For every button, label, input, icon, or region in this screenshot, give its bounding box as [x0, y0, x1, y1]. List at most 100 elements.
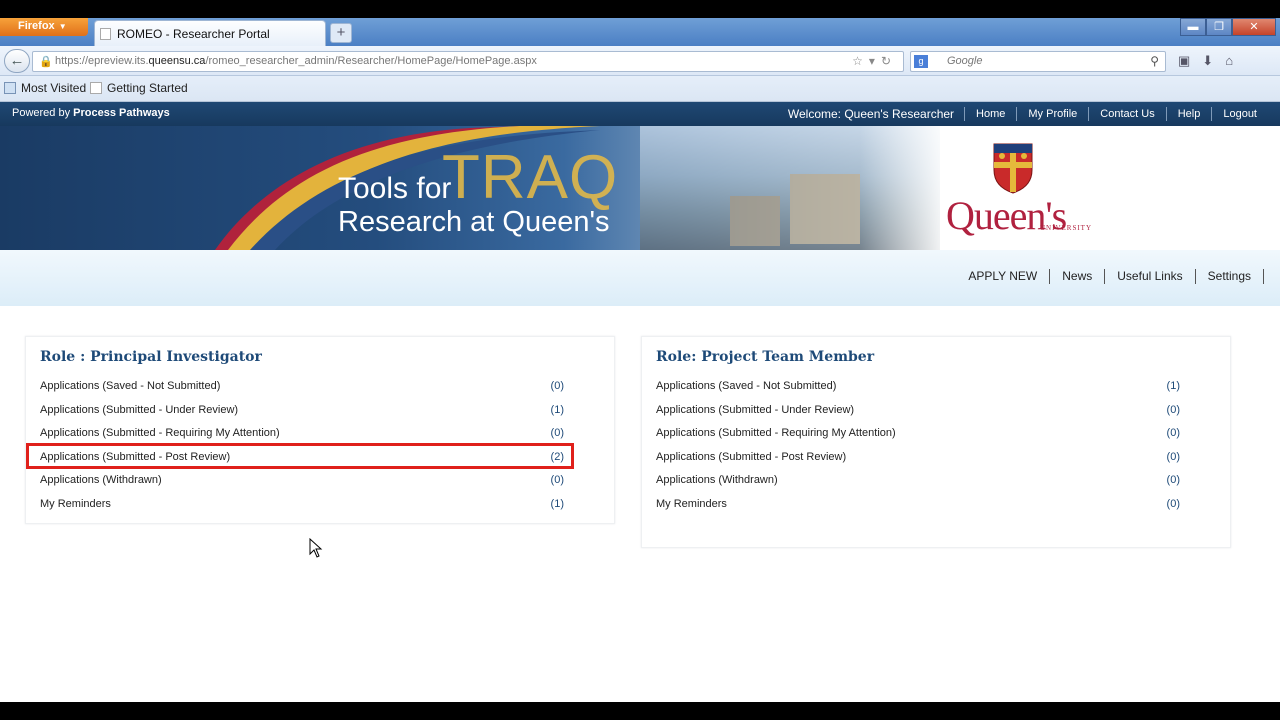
welcome-text: Welcome: Queen's Researcher	[787, 107, 955, 121]
list-item[interactable]: Applications (Withdrawn) (0)	[40, 471, 564, 491]
caret-down-icon: ▼	[58, 22, 67, 31]
new-tab-button[interactable]: +	[330, 23, 352, 43]
powered-brand: Process Pathways	[73, 107, 170, 119]
web-page: Powered by Process Pathways Welcome: Que…	[0, 102, 1280, 702]
plus-icon: +	[336, 24, 346, 41]
row-label[interactable]: Applications (Submitted - Post Review)	[40, 451, 230, 463]
link-useful-links[interactable]: Useful Links	[1105, 269, 1196, 284]
search-icon[interactable]: ⚲	[1150, 54, 1159, 68]
row-count: (2)	[550, 451, 564, 463]
bookmarks-menu-icon[interactable]: ▣	[1178, 53, 1202, 68]
row-label[interactable]: Applications (Submitted - Post Review)	[656, 451, 846, 463]
star-icon[interactable]: ☆	[852, 54, 869, 68]
lock-icon: 🔒	[39, 56, 53, 68]
list-item[interactable]: Applications (Submitted - Post Review) (0…	[656, 448, 1180, 468]
close-button[interactable]: ✕	[1232, 18, 1276, 36]
bookmark-label: Getting Started	[107, 81, 188, 95]
link-apply-new[interactable]: APPLY NEW	[956, 269, 1051, 284]
row-label[interactable]: Applications (Saved - Not Submitted)	[656, 380, 836, 392]
list-item[interactable]: My Reminders (0)	[656, 495, 1180, 515]
row-count: (0)	[550, 380, 564, 392]
page-icon	[90, 82, 102, 94]
firefox-menu-button[interactable]: Firefox ▼	[0, 18, 88, 36]
link-my-profile[interactable]: My Profile	[1016, 107, 1088, 121]
navigation-toolbar: ← 🔒 https://epreview.its.queensu.ca/rome…	[0, 46, 1280, 76]
toolbar-right-icons: ▣⬇⌂	[1178, 53, 1245, 69]
link-contact-us[interactable]: Contact Us	[1088, 107, 1165, 121]
panel-project-team-member: Role: Project Team Member Applications (…	[641, 336, 1231, 548]
link-logout[interactable]: Logout	[1211, 107, 1268, 121]
list-item[interactable]: My Reminders (1)	[40, 495, 564, 515]
row-label[interactable]: My Reminders	[40, 498, 111, 510]
panel-principal-investigator: Role : Principal Investigator Applicatio…	[25, 336, 615, 524]
list-item[interactable]: Applications (Submitted - Post Review) (2…	[40, 448, 564, 468]
url-actions: ☆▾↻	[852, 54, 897, 68]
row-count: (0)	[1166, 404, 1180, 416]
search-placeholder: Google	[947, 55, 983, 67]
row-count: (0)	[1166, 451, 1180, 463]
panel-title: Role : Principal Investigator	[40, 349, 262, 365]
row-count: (1)	[550, 498, 564, 510]
bookmark-label: Most Visited	[21, 81, 87, 95]
bookmarks-toolbar: Most Visited Getting Started	[0, 76, 1280, 102]
bookmark-getting-started[interactable]: Getting Started	[90, 81, 188, 95]
banner-line1: Tools for	[338, 172, 452, 205]
row-label[interactable]: Applications (Submitted - Requiring My A…	[656, 427, 896, 439]
firefox-menu-label: Firefox	[18, 20, 55, 32]
list-item[interactable]: Applications (Saved - Not Submitted) (1)	[656, 377, 1180, 397]
university-wordmark: UNIVERSITY	[1040, 224, 1092, 232]
traq-logo: TRAQ	[442, 143, 619, 212]
row-label[interactable]: Applications (Saved - Not Submitted)	[40, 380, 220, 392]
list-item[interactable]: Applications (Submitted - Under Review) (…	[656, 401, 1180, 421]
sub-navigation: APPLY NEW News Useful Links Settings	[0, 250, 1280, 306]
url-host: queensu.ca	[148, 55, 206, 67]
portal-top-bar: Powered by Process Pathways Welcome: Que…	[0, 102, 1280, 126]
list-item[interactable]: Applications (Saved - Not Submitted) (0)	[40, 377, 564, 397]
row-label[interactable]: Applications (Submitted - Requiring My A…	[40, 427, 280, 439]
list-item[interactable]: Applications (Submitted - Under Review) (…	[40, 401, 564, 421]
link-news[interactable]: News	[1050, 269, 1106, 284]
page-icon	[100, 28, 111, 40]
bookmark-most-visited[interactable]: Most Visited	[4, 81, 86, 95]
dropdown-icon[interactable]: ▾	[869, 54, 881, 68]
row-count: (0)	[550, 474, 564, 486]
row-count: (1)	[550, 404, 564, 416]
building-shape	[730, 196, 780, 246]
tab-romeo[interactable]: ROMEO - Researcher Portal	[94, 20, 326, 46]
banner-fade	[860, 126, 950, 250]
folder-icon	[4, 82, 16, 94]
row-label[interactable]: Applications (Withdrawn)	[40, 474, 162, 486]
row-count: (0)	[1166, 474, 1180, 486]
maximize-button[interactable]: ❐	[1206, 18, 1232, 36]
row-count: (1)	[1166, 380, 1180, 392]
list-item[interactable]: Applications (Withdrawn) (0)	[656, 471, 1180, 491]
download-icon[interactable]: ⬇	[1202, 53, 1225, 68]
minimize-button[interactable]: ▬	[1180, 18, 1206, 36]
url-path: /romeo_researcher_admin/Researcher/HomeP…	[205, 55, 537, 67]
row-count: (0)	[550, 427, 564, 439]
mouse-cursor-icon	[309, 538, 323, 558]
google-icon[interactable]: g	[914, 55, 928, 68]
powered-by: Powered by Process Pathways	[12, 107, 170, 119]
link-settings[interactable]: Settings	[1196, 269, 1264, 284]
search-bar[interactable]: g Google ⚲	[910, 51, 1166, 72]
url-prefix: https://epreview.its.	[55, 55, 149, 67]
banner-line2: Research at Queen's	[338, 206, 610, 238]
arrow-left-icon: ←	[9, 52, 25, 69]
list-item[interactable]: Applications (Submitted - Requiring My A…	[656, 424, 1180, 444]
row-label[interactable]: Applications (Submitted - Under Review)	[40, 404, 238, 416]
browser-window: Firefox ▼ ROMEO - Researcher Portal + ▬ ❐…	[0, 18, 1280, 702]
link-help[interactable]: Help	[1165, 107, 1212, 121]
address-bar[interactable]: 🔒 https://epreview.its.queensu.ca/romeo_…	[32, 51, 904, 72]
back-button[interactable]: ←	[4, 49, 30, 73]
row-label[interactable]: Applications (Submitted - Under Review)	[656, 404, 854, 416]
banner: TRAQ Tools for Research at Queen's Queen…	[0, 126, 1280, 250]
top-links: Welcome: Queen's Researcher Home My Prof…	[788, 102, 1268, 126]
row-label[interactable]: My Reminders	[656, 498, 727, 510]
list-item[interactable]: Applications (Submitted - Requiring My A…	[40, 424, 564, 444]
row-label[interactable]: Applications (Withdrawn)	[656, 474, 778, 486]
building-shape	[790, 174, 860, 244]
link-home[interactable]: Home	[964, 107, 1016, 121]
reload-icon[interactable]: ↻	[881, 54, 897, 68]
home-icon[interactable]: ⌂	[1225, 53, 1245, 68]
